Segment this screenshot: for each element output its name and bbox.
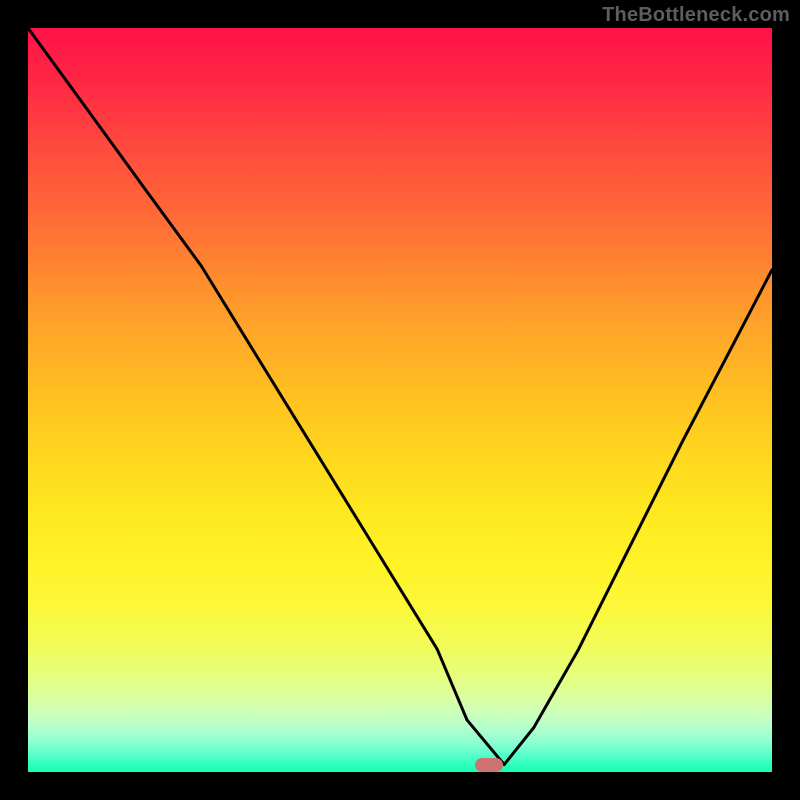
chart-container: TheBottleneck.com: [0, 0, 800, 800]
chart-svg: [28, 28, 772, 772]
watermark-text: TheBottleneck.com: [602, 4, 790, 27]
optimal-marker: [475, 758, 503, 772]
bottleneck-curve: [28, 28, 772, 765]
